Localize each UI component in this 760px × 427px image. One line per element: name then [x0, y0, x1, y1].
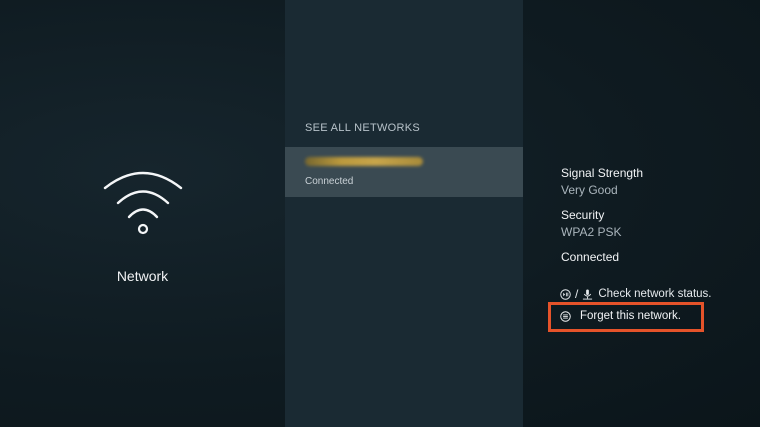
security-value: WPA2 PSK [561, 225, 622, 239]
check-status-text: Check network status. [598, 288, 712, 300]
networks-header: SEE ALL NETWORKS [305, 122, 421, 134]
check-status-hint: / Check network status. [560, 287, 711, 301]
forget-network-hint[interactable]: Forget this network. [560, 310, 681, 322]
play-pause-icon [560, 288, 571, 300]
signal-strength-value: Very Good [561, 183, 618, 197]
microphone-icon [583, 288, 593, 300]
hint-separator: / [575, 287, 579, 301]
wifi-icon [103, 171, 183, 235]
left-pane: Network [0, 0, 285, 427]
network-status: Connected [305, 176, 354, 187]
menu-icon [560, 310, 571, 322]
network-list-item[interactable]: Connected [285, 147, 523, 197]
networks-pane: SEE ALL NETWORKS Connected [285, 0, 523, 427]
security-label: Security [561, 208, 605, 222]
signal-strength-label: Signal Strength [561, 166, 644, 180]
details-pane: Signal Strength Very Good Security WPA2 … [523, 0, 760, 427]
connection-status: Connected [561, 250, 620, 264]
forget-network-text: Forget this network. [580, 310, 681, 322]
network-name-redacted [305, 157, 423, 166]
section-title: Network [116, 268, 169, 284]
network-settings-screen: Network SEE ALL NETWORKS Connected Signa… [0, 0, 760, 427]
